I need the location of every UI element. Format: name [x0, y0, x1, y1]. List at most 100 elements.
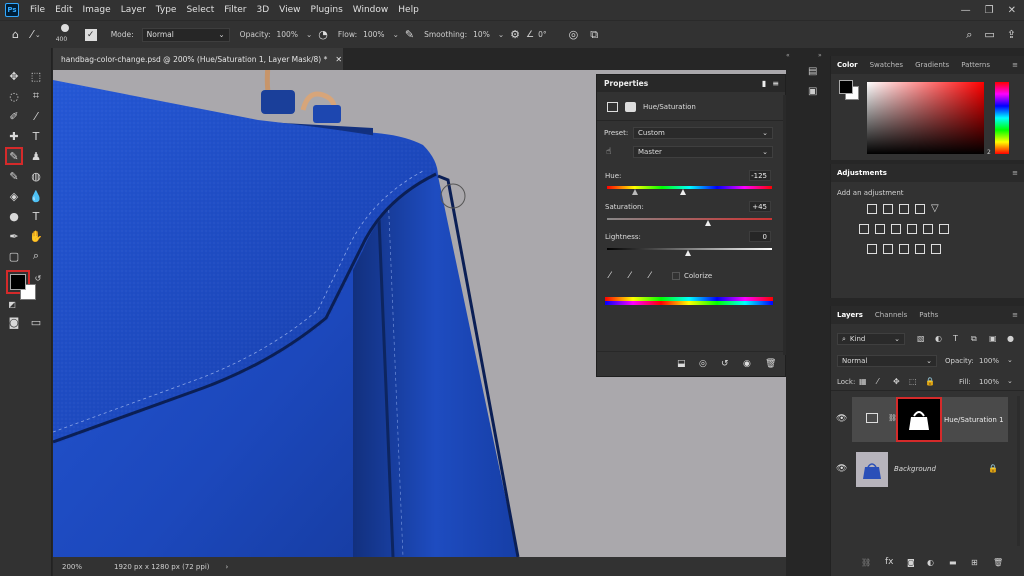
eye-icon[interactable]: 👁: [836, 414, 847, 424]
layer-name[interactable]: Hue/Saturation 1: [944, 416, 1004, 424]
gear-icon[interactable]: ⚙: [510, 28, 520, 41]
saturation-value[interactable]: +45: [749, 201, 771, 212]
lock-pixels-icon[interactable]: ⁄: [877, 377, 878, 386]
blur-tool-icon[interactable]: 💧: [28, 188, 44, 204]
exposure-icon[interactable]: [915, 204, 925, 214]
new-adjustment-icon[interactable]: ◐: [927, 558, 934, 567]
brush-settings-panel-icon[interactable]: ▣: [808, 86, 817, 97]
crop-tool-icon[interactable]: ⌗: [28, 88, 44, 104]
collapse-icon[interactable]: ▮: [762, 79, 766, 88]
menu-view[interactable]: View: [274, 5, 305, 15]
background-thumbnail[interactable]: [856, 452, 888, 487]
angle-value[interactable]: 0°: [538, 30, 547, 39]
filter-type-icon[interactable]: T: [953, 334, 958, 343]
menu-window[interactable]: Window: [348, 5, 394, 15]
tab-gradients[interactable]: Gradients: [909, 61, 955, 69]
link-layers-icon[interactable]: ⛓: [861, 558, 871, 567]
lightness-value[interactable]: 0: [749, 231, 771, 242]
clip-to-layer-icon[interactable]: ⬓: [677, 359, 686, 369]
brush-settings-icon[interactable]: ✓: [84, 28, 97, 41]
flow-value[interactable]: 100%: [363, 30, 384, 39]
tab-patterns[interactable]: Patterns: [955, 61, 996, 69]
tab-color[interactable]: Color: [831, 61, 864, 69]
threshold-icon[interactable]: [899, 244, 909, 254]
new-layer-icon[interactable]: ⊞: [971, 558, 978, 567]
gradient-tool-icon[interactable]: ◈: [6, 188, 22, 204]
panel-menu-icon[interactable]: ≡: [1012, 61, 1018, 69]
layer-filter-dropdown[interactable]: ⌕ Kind ⌄: [837, 333, 905, 345]
trash-icon[interactable]: 🗑: [765, 359, 776, 369]
menu-help[interactable]: Help: [393, 5, 424, 15]
eyedropper-icon[interactable]: ⁄: [609, 271, 611, 281]
minimize-icon[interactable]: —: [961, 5, 971, 16]
text-tool-icon[interactable]: T: [28, 208, 44, 224]
restore-icon[interactable]: ❐: [985, 5, 994, 16]
curves-icon[interactable]: [899, 204, 909, 214]
pen-tool-icon[interactable]: ✒: [6, 228, 22, 244]
menu-file[interactable]: File: [25, 5, 50, 15]
opacity-value[interactable]: 100%: [277, 30, 298, 39]
menu-image[interactable]: Image: [78, 5, 116, 15]
reset-icon[interactable]: ↺: [721, 359, 729, 369]
menu-type[interactable]: Type: [151, 5, 182, 15]
eyedropper-tool-icon[interactable]: ⁄: [28, 108, 44, 124]
blend-mode-dropdown[interactable]: Normal ⌄: [837, 355, 937, 367]
add-mask-icon[interactable]: ◙: [907, 558, 915, 567]
brush-tool-icon[interactable]: ✎: [5, 147, 23, 165]
close-tab-icon[interactable]: ✕: [335, 55, 342, 64]
pressure-opacity-icon[interactable]: ◔: [318, 28, 328, 41]
lock-position-icon[interactable]: ✥: [893, 377, 900, 386]
filter-pixel-icon[interactable]: ▧: [917, 334, 925, 343]
close-icon[interactable]: ✕: [1008, 5, 1016, 16]
levels-icon[interactable]: [883, 204, 893, 214]
preset-dropdown[interactable]: Custom ⌄: [633, 127, 773, 139]
home-icon[interactable]: ⌂: [12, 28, 19, 41]
history-brush-icon[interactable]: ✎: [6, 168, 22, 184]
color-balance-icon[interactable]: [875, 224, 885, 234]
quick-mask-icon[interactable]: ◙: [6, 314, 22, 330]
lock-artboard-icon[interactable]: ⬚: [909, 377, 917, 386]
brightness-contrast-icon[interactable]: [867, 204, 877, 214]
chevron-down-icon[interactable]: ⌄: [306, 30, 312, 39]
panel-menu-icon[interactable]: ≡: [1012, 311, 1018, 319]
lock-icon[interactable]: 🔒: [988, 464, 998, 473]
status-arrow-icon[interactable]: ›: [226, 563, 229, 571]
selective-color-icon[interactable]: [931, 244, 941, 254]
shape-tool-icon[interactable]: ▢: [6, 248, 22, 264]
lock-transparency-icon[interactable]: ▦: [859, 377, 867, 386]
document-tab[interactable]: handbag-color-change.psd @ 200% (Hue/Sat…: [53, 48, 343, 70]
layers-scrollbar[interactable]: [1017, 396, 1020, 546]
tool-preset-chevron-icon[interactable]: ⌄: [35, 31, 41, 39]
filter-shape-icon[interactable]: ⧉: [971, 334, 977, 344]
brush-preset-picker[interactable]: 400: [53, 21, 79, 49]
tab-swatches[interactable]: Swatches: [864, 61, 909, 69]
visibility-icon[interactable]: ◉: [743, 359, 751, 369]
layer-mask-thumbnail[interactable]: [896, 397, 942, 442]
saturation-slider-knob[interactable]: [705, 220, 711, 226]
adjustments-title[interactable]: Adjustments: [831, 169, 893, 177]
channel-mixer-icon[interactable]: [923, 224, 933, 234]
fill-value[interactable]: 100%: [979, 378, 999, 386]
layer-row-background[interactable]: 👁 Background 🔒: [836, 447, 1008, 492]
lasso-tool-icon[interactable]: ◌: [6, 88, 22, 104]
posterize-icon[interactable]: [883, 244, 893, 254]
menu-select[interactable]: Select: [181, 5, 219, 15]
share-icon[interactable]: ⇪: [1007, 28, 1016, 41]
foreground-color-swatch[interactable]: [10, 274, 26, 290]
screen-mode-icon[interactable]: ▭: [28, 314, 44, 330]
menu-edit[interactable]: Edit: [50, 5, 77, 15]
mode-dropdown[interactable]: Normal ⌄: [141, 27, 230, 42]
hue-slider-knob[interactable]: [680, 189, 686, 195]
tab-paths[interactable]: Paths: [913, 311, 944, 319]
search-icon[interactable]: ⌕: [966, 28, 972, 42]
tab-channels[interactable]: Channels: [869, 311, 913, 319]
expand-panels-icon[interactable]: »: [818, 52, 822, 59]
gradient-map-icon[interactable]: [915, 244, 925, 254]
tab-layers[interactable]: Layers: [831, 311, 869, 319]
eyedropper-subtract-icon[interactable]: ⁄: [649, 271, 651, 281]
move-tool-icon[interactable]: ✥: [6, 68, 22, 84]
color-field[interactable]: [867, 82, 984, 154]
dodge-tool-icon[interactable]: ●: [6, 208, 22, 224]
adjustment-layer-icon[interactable]: [607, 102, 618, 112]
layer-name[interactable]: Background: [894, 465, 936, 473]
